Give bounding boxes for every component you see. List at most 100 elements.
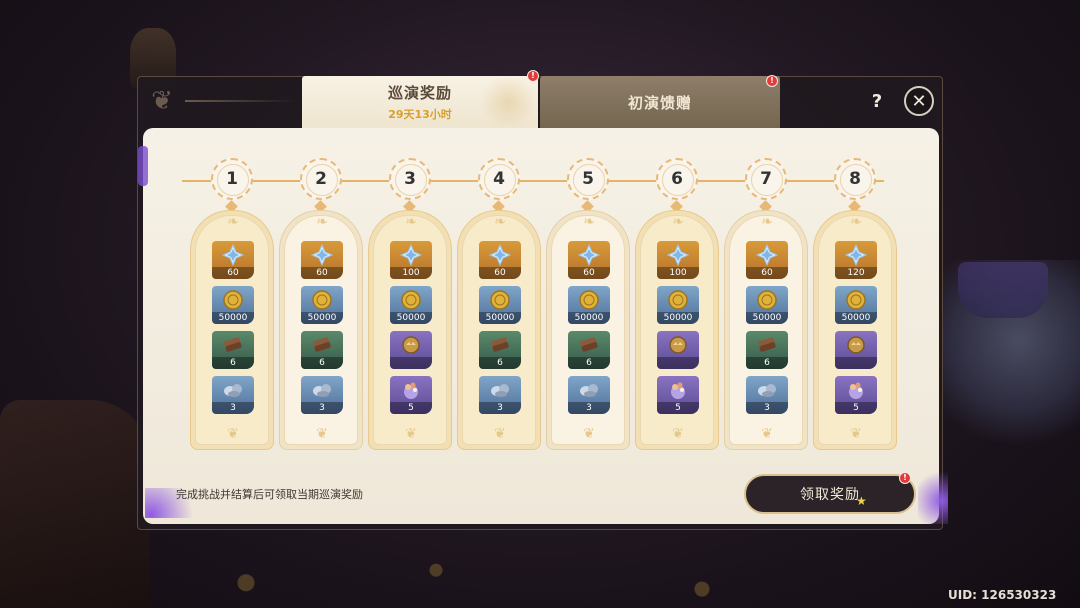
reward-item[interactable] <box>657 331 699 369</box>
ore-icon <box>578 379 600 401</box>
stage-number-badge: 4 <box>478 158 520 200</box>
butterfly-emblem-icon: ❦ <box>151 86 173 116</box>
ore-icon <box>756 379 778 401</box>
claim-notification-icon: ! <box>899 472 911 484</box>
reward-quantity: 3 <box>301 402 343 414</box>
potion-icon <box>845 379 867 401</box>
reward-ticket[interactable]: ❧ 60 50000 6 3 ❦ <box>724 210 808 450</box>
background-coins <box>170 545 930 608</box>
reward-quantity: 60 <box>212 267 254 279</box>
tab-debut-gifts[interactable]: 初演馈赠 <box>540 76 780 128</box>
ore-icon <box>222 379 244 401</box>
reward-item[interactable]: 50000 <box>301 286 343 324</box>
scroll-icon <box>222 334 244 356</box>
mora-icon <box>756 289 778 311</box>
reward-ticket[interactable]: ❧ 100 50000 5 ❦ <box>635 210 719 450</box>
stage-number: 8 <box>849 169 861 189</box>
reward-quantity: 3 <box>479 402 521 414</box>
reward-quantity: 6 <box>479 357 521 369</box>
butterfly-icon: ❦ <box>227 426 239 442</box>
stage-number-badge: 8 <box>834 158 876 200</box>
tab-tour-rewards-label: 巡演奖励 <box>387 84 452 102</box>
reward-item[interactable]: 120 <box>835 241 877 279</box>
claim-rewards-button[interactable]: 领取奖励 <box>744 474 916 514</box>
mora-icon <box>845 289 867 311</box>
reward-quantity <box>835 357 877 369</box>
tab-tour-rewards-notification-icon: ! <box>527 70 539 82</box>
reward-ticket[interactable]: ❧ 60 50000 6 3 ❦ <box>457 210 541 450</box>
reward-quantity: 3 <box>746 402 788 414</box>
reward-item[interactable]: 6 <box>301 331 343 369</box>
reward-item[interactable]: 50000 <box>479 286 521 324</box>
reward-item[interactable]: 5 <box>835 376 877 414</box>
reward-item[interactable]: 60 <box>746 241 788 279</box>
stage-number: 3 <box>404 169 416 189</box>
reward-quantity: 5 <box>835 402 877 414</box>
mora-icon <box>222 289 244 311</box>
reward-quantity: 50000 <box>657 312 699 324</box>
reward-quantity <box>657 357 699 369</box>
mora-icon <box>400 289 422 311</box>
reward-item[interactable]: 5 <box>390 376 432 414</box>
stage-number-badge: 2 <box>300 158 342 200</box>
reward-item[interactable]: 100 <box>657 241 699 279</box>
butterfly-ornament-icon: ❧ <box>494 214 506 230</box>
help-button[interactable]: ? <box>864 88 890 114</box>
scroll-icon <box>489 334 511 356</box>
reward-ticket[interactable]: ❧ 60 50000 6 3 ❦ <box>546 210 630 450</box>
reward-item[interactable]: 60 <box>301 241 343 279</box>
reward-item[interactable]: 3 <box>746 376 788 414</box>
crown-orb-icon <box>667 334 689 356</box>
reward-item[interactable]: 3 <box>479 376 521 414</box>
stage-number: 5 <box>582 169 594 189</box>
reward-quantity <box>390 357 432 369</box>
reward-ticket[interactable]: ❧ 120 50000 5 ❦ <box>813 210 897 450</box>
reward-item[interactable]: 6 <box>568 331 610 369</box>
background-crown <box>958 262 1048 318</box>
reward-item[interactable]: 3 <box>212 376 254 414</box>
reward-item[interactable]: 60 <box>479 241 521 279</box>
reward-item[interactable]: 6 <box>212 331 254 369</box>
reward-item[interactable]: 100 <box>390 241 432 279</box>
reward-quantity: 50000 <box>746 312 788 324</box>
reward-item[interactable]: 5 <box>657 376 699 414</box>
reward-quantity: 50000 <box>390 312 432 324</box>
close-button[interactable]: ✕ <box>904 86 934 116</box>
reward-item[interactable] <box>390 331 432 369</box>
mora-icon <box>578 289 600 311</box>
reward-item[interactable]: 50000 <box>568 286 610 324</box>
reward-item[interactable] <box>835 331 877 369</box>
reward-item[interactable]: 50000 <box>390 286 432 324</box>
tab-debut-gifts-label: 初演馈赠 <box>627 93 692 112</box>
footer-hint: 完成挑战并结算后可领取当期巡演奖励 <box>176 488 363 501</box>
panel-glow-right <box>918 466 948 524</box>
reward-item[interactable]: 50000 <box>212 286 254 324</box>
reward-ticket[interactable]: ❧ 100 50000 5 ❦ <box>368 210 452 450</box>
reward-quantity: 3 <box>568 402 610 414</box>
tab-butterfly-decoration <box>476 78 540 126</box>
reward-quantity: 6 <box>301 357 343 369</box>
reward-item[interactable]: 50000 <box>835 286 877 324</box>
reward-ticket[interactable]: ❧ 60 50000 6 3 ❦ <box>279 210 363 450</box>
stage-number-badge: 6 <box>656 158 698 200</box>
reward-item[interactable]: 6 <box>479 331 521 369</box>
reward-item[interactable]: 50000 <box>746 286 788 324</box>
reward-item[interactable]: 60 <box>568 241 610 279</box>
primogem-icon <box>666 243 690 267</box>
reward-item[interactable]: 3 <box>568 376 610 414</box>
reward-item[interactable]: 3 <box>301 376 343 414</box>
reward-item[interactable]: 50000 <box>657 286 699 324</box>
reward-item[interactable]: 60 <box>212 241 254 279</box>
reward-ticket[interactable]: ❧ 60 50000 6 3 ❦ <box>190 210 274 450</box>
reward-quantity: 60 <box>568 267 610 279</box>
mora-icon <box>667 289 689 311</box>
reward-quantity: 50000 <box>212 312 254 324</box>
stage-number: 4 <box>493 169 505 189</box>
primogem-icon <box>399 243 423 267</box>
butterfly-ornament-icon: ❧ <box>227 214 239 230</box>
ore-icon <box>489 379 511 401</box>
reward-item[interactable]: 6 <box>746 331 788 369</box>
reward-quantity: 120 <box>835 267 877 279</box>
crown-orb-icon <box>845 334 867 356</box>
butterfly-ornament-icon: ❧ <box>583 214 595 230</box>
